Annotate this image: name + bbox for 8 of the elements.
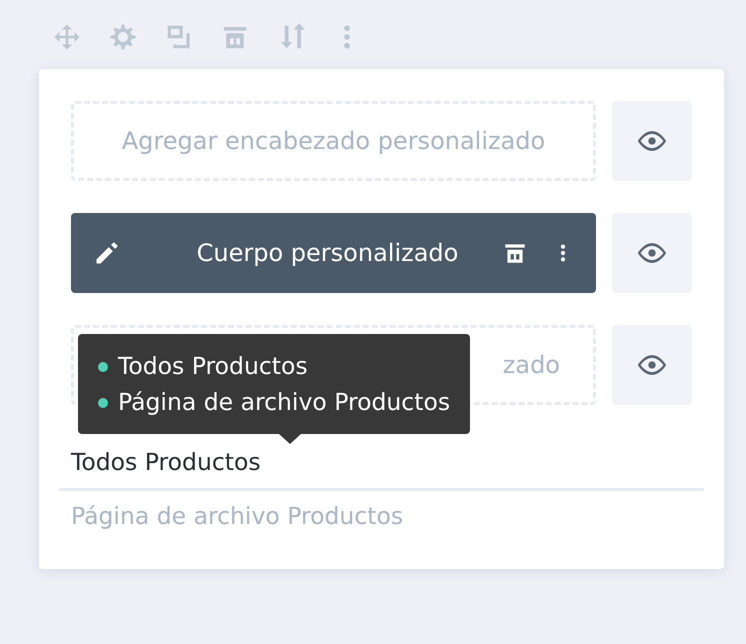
tooltip-text: Página de archivo Productos — [118, 388, 450, 416]
visibility-button[interactable] — [612, 101, 692, 181]
tooltip-text: Todos Productos — [118, 352, 308, 380]
visibility-button[interactable] — [612, 325, 692, 405]
assignment-item[interactable]: Todos Productos — [59, 437, 704, 492]
layout-slot[interactable]: Cuerpo personalizado — [71, 213, 596, 293]
visibility-button[interactable] — [612, 213, 692, 293]
slot-label: Cuerpo personalizado — [196, 238, 458, 269]
